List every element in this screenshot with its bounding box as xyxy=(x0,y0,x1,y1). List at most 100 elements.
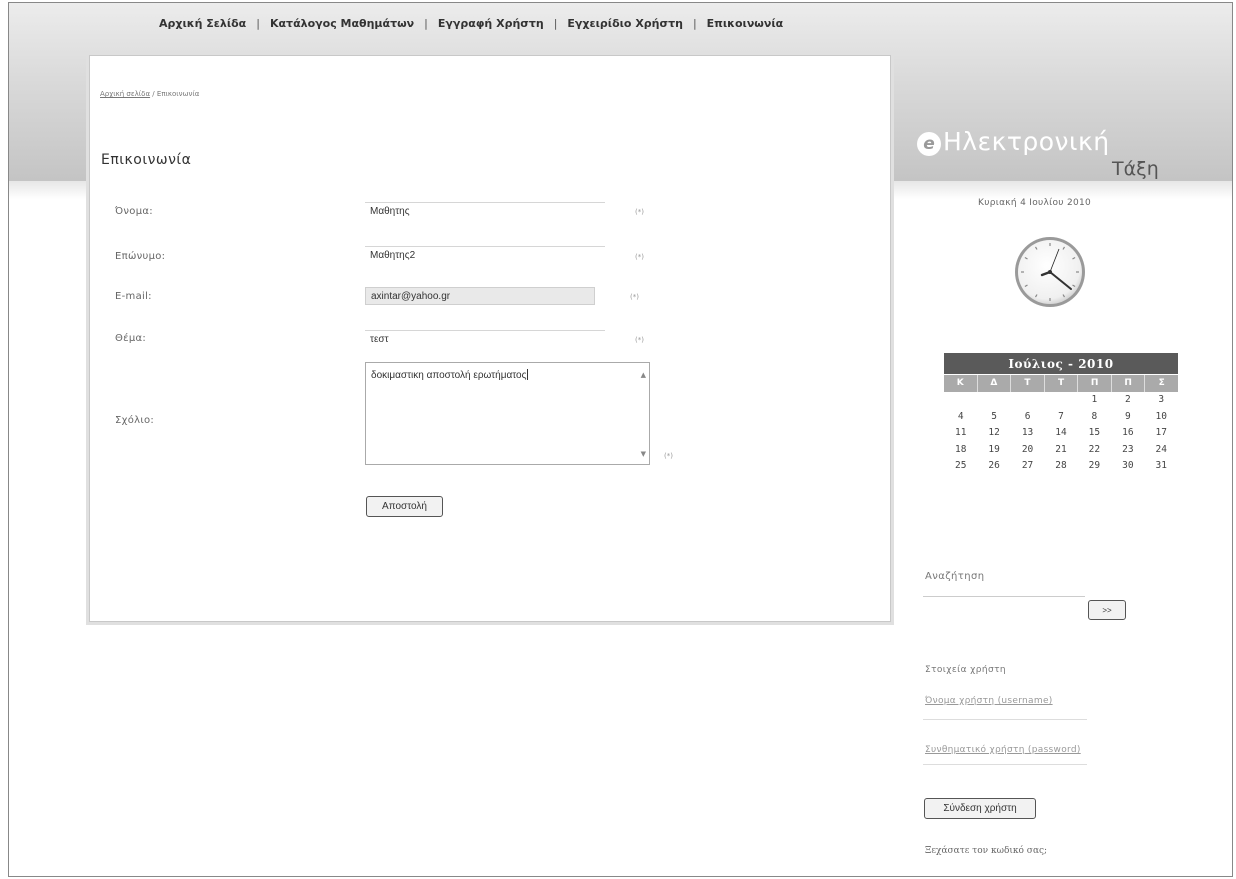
nav-separator: | xyxy=(692,17,697,30)
forgot-password-link[interactable]: Ξεχάσατε τον κωδικό σας; xyxy=(925,846,1047,856)
nav-contact-link[interactable]: Επικοινωνία xyxy=(707,17,784,30)
password-label: Συνθηματικό χρήστη (password) xyxy=(925,745,1081,755)
comment-value: δοκιμαστικη αποστολή ερωτήματος xyxy=(371,370,527,381)
calendar-week-row: 18 19 20 21 22 23 24 xyxy=(944,442,1178,459)
calendar-day-cell[interactable]: 30 xyxy=(1111,458,1144,475)
calendar-day-cell[interactable]: 10 xyxy=(1145,409,1178,426)
calendar-day-cell xyxy=(977,392,1010,409)
calendar-day-cell[interactable]: 7 xyxy=(1044,409,1077,426)
calendar-day-cell[interactable]: 13 xyxy=(1011,425,1044,442)
page-frame: Αρχική Σελίδα | Κατάλογος Μαθημάτων | Εγγραφ… xyxy=(8,2,1233,877)
calendar-grid: 1 2 3 4 5 6 7 8 9 10 11 12 13 14 15 16 17 18 19 20 21 22 23 24 2… xyxy=(944,392,1178,475)
calendar-day-cell xyxy=(1044,392,1077,409)
calendar-week-row: 11 12 13 14 15 16 17 xyxy=(944,425,1178,442)
calendar-dayhead: Τ xyxy=(1043,375,1078,392)
calendar-day-cell[interactable]: 3 xyxy=(1145,392,1178,409)
calendar-month-title: Ιούλιος - 2010 xyxy=(944,353,1178,374)
calendar-day-cell[interactable]: 25 xyxy=(944,458,977,475)
calendar-day-cell[interactable]: 26 xyxy=(977,458,1010,475)
password-input[interactable] xyxy=(923,764,1087,779)
calendar-dayhead: Σ xyxy=(1144,375,1178,392)
email-label: E-mail: xyxy=(115,291,152,302)
comment-textarea[interactable]: δοκιμαστικη αποστολή ερωτήματος ▲ ▼ xyxy=(365,362,650,465)
top-navigation: Αρχική Σελίδα | Κατάλογος Μαθημάτων | Εγγραφ… xyxy=(159,17,783,30)
logo-subtitle: Τάξη xyxy=(1112,158,1159,180)
calendar-week-row: 4 5 6 7 8 9 10 xyxy=(944,409,1178,426)
calendar-day-cell[interactable]: 14 xyxy=(1044,425,1077,442)
calendar-day-cell[interactable]: 2 xyxy=(1111,392,1144,409)
text-caret xyxy=(527,369,529,380)
calendar-day-cell[interactable]: 16 xyxy=(1111,425,1144,442)
calendar-day-cell xyxy=(944,392,977,409)
calendar-day-cell[interactable]: 15 xyxy=(1078,425,1111,442)
calendar-day-cell[interactable]: 11 xyxy=(944,425,977,442)
calendar-day-cell[interactable]: 28 xyxy=(1044,458,1077,475)
search-title: Αναζήτηση xyxy=(925,571,985,582)
calendar-day-cell[interactable]: 17 xyxy=(1145,425,1178,442)
breadcrumb-home-link[interactable]: Αρχική σελίδα xyxy=(100,90,150,98)
calendar-day-cell[interactable]: 31 xyxy=(1145,458,1178,475)
calendar-dayhead: Τ xyxy=(1010,375,1044,392)
site-logo: e Ηλεκτρονική Τάξη xyxy=(917,121,1197,181)
calendar-dayhead: Π xyxy=(1110,375,1145,392)
surname-required-mark: (*) xyxy=(635,253,644,261)
calendar-day-cell[interactable]: 9 xyxy=(1111,409,1144,426)
nav-separator: | xyxy=(553,17,558,30)
calendar-day-cell[interactable]: 4 xyxy=(944,409,977,426)
calendar-day-cell[interactable]: 6 xyxy=(1011,409,1044,426)
calendar-day-cell xyxy=(1011,392,1044,409)
analog-clock-icon xyxy=(1015,237,1085,307)
calendar-week-row: 123 xyxy=(944,392,1178,409)
page-title: Επικοινωνία xyxy=(101,152,192,168)
submit-button[interactable]: Αποστολή xyxy=(366,496,443,517)
nav-manual-link[interactable]: Εγχειρίδιο Χρήστη xyxy=(567,17,683,30)
breadcrumb-current: Επικοινωνία xyxy=(156,90,200,98)
logo-title: Ηλεκτρονική xyxy=(943,127,1110,156)
nav-home-link[interactable]: Αρχική Σελίδα xyxy=(159,17,246,30)
comment-scrollbar[interactable]: ▲ ▼ xyxy=(635,363,649,464)
calendar-day-cell[interactable]: 19 xyxy=(977,442,1010,459)
breadcrumb-separator: / xyxy=(152,90,155,98)
calendar-day-cell[interactable]: 18 xyxy=(944,442,977,459)
current-date: Κυριακή 4 Ιουλίου 2010 xyxy=(978,198,1092,208)
calendar-day-cell[interactable]: 27 xyxy=(1011,458,1044,475)
scroll-up-arrow-icon[interactable]: ▲ xyxy=(641,371,646,379)
calendar-day-cell[interactable]: 29 xyxy=(1078,458,1111,475)
calendar-day-cell[interactable]: 8 xyxy=(1078,409,1111,426)
search-input[interactable] xyxy=(923,596,1085,613)
logo-mark-icon: e xyxy=(917,132,941,156)
subject-field[interactable] xyxy=(365,330,605,348)
login-button[interactable]: Σύνδεση χρήστη xyxy=(924,798,1036,819)
content-panel: Αρχική σελίδα / Επικοινωνία Επικοινωνία … xyxy=(89,55,891,622)
comment-label: Σχόλιο: xyxy=(115,415,155,426)
username-input[interactable] xyxy=(923,719,1087,734)
subject-required-mark: (*) xyxy=(635,336,644,344)
breadcrumb: Αρχική σελίδα / Επικοινωνία xyxy=(100,90,199,98)
surname-label: Επώνυμο: xyxy=(115,251,166,262)
calendar-day-headers: Κ Δ Τ Τ Π Π Σ xyxy=(944,375,1178,392)
calendar-day-cell[interactable]: 21 xyxy=(1044,442,1077,459)
scroll-down-arrow-icon[interactable]: ▼ xyxy=(641,450,646,458)
surname-field[interactable] xyxy=(365,246,605,264)
calendar-day-cell[interactable]: 22 xyxy=(1078,442,1111,459)
calendar-day-cell[interactable]: 20 xyxy=(1011,442,1044,459)
calendar-dayhead: Κ xyxy=(956,378,964,388)
calendar-dayhead: Δ xyxy=(976,375,1011,392)
email-field[interactable] xyxy=(365,287,595,305)
name-field[interactable] xyxy=(365,202,605,220)
search-button[interactable]: >> xyxy=(1088,600,1126,620)
name-label: Όνομα: xyxy=(115,206,153,217)
calendar-day-cell[interactable]: 12 xyxy=(977,425,1010,442)
calendar-week-row: 25 26 27 28 29 30 31 xyxy=(944,458,1178,475)
calendar-dayhead: Π xyxy=(1077,375,1111,392)
name-required-mark: (*) xyxy=(635,208,644,216)
calendar: Ιούλιος - 2010 Κ Δ Τ Τ Π Π Σ 1 2 3 4 5 6 7 8 9 10… xyxy=(944,353,1178,475)
calendar-day-cell[interactable]: 5 xyxy=(977,409,1010,426)
calendar-day-cell[interactable]: 1 xyxy=(1078,392,1111,409)
calendar-day-cell[interactable]: 23 xyxy=(1111,442,1144,459)
calendar-day-cell[interactable]: 24 xyxy=(1145,442,1178,459)
nav-separator: | xyxy=(424,17,428,30)
nav-register-link[interactable]: Εγγραφή Χρήστη xyxy=(438,17,544,30)
nav-courses-link[interactable]: Κατάλογος Μαθημάτων xyxy=(270,17,414,30)
email-required-mark: (*) xyxy=(630,293,639,301)
